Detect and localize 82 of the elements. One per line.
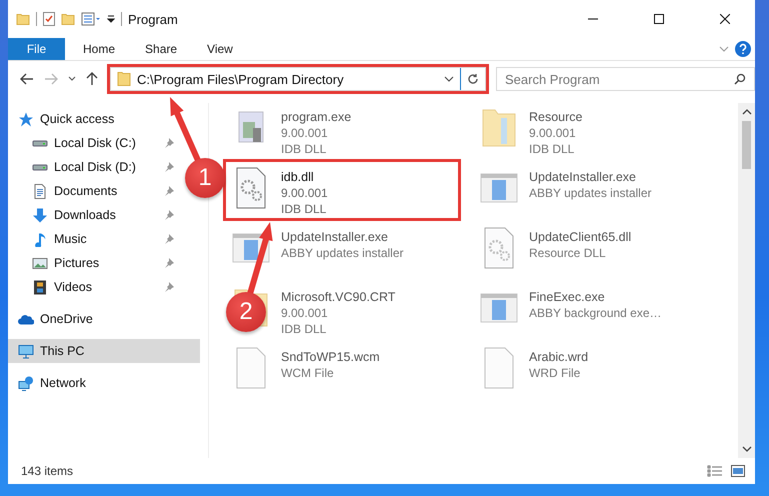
properties-icon[interactable] (81, 12, 101, 26)
file-detail: WCM File (281, 365, 335, 381)
nav-item[interactable]: OneDrive (8, 307, 180, 331)
nav-item[interactable]: Documents (8, 179, 180, 203)
file-name: FineExec.exe (529, 289, 606, 305)
pin-icon[interactable] (164, 282, 174, 292)
scroll-up-icon[interactable] (742, 109, 752, 115)
network-icon (18, 376, 34, 390)
file-detail: IDB DLL (281, 201, 328, 217)
up-arrow-icon[interactable] (86, 72, 98, 86)
pin-icon[interactable] (164, 210, 174, 220)
file-detail: WRD File (529, 365, 582, 381)
folder-icon (117, 72, 131, 86)
file-detail: Resource DLL (529, 245, 607, 261)
file-name: UpdateClient65.dll (529, 229, 632, 245)
back-arrow-icon[interactable] (20, 73, 34, 85)
file-detail: IDB DLL (281, 141, 328, 157)
music-icon (32, 232, 48, 246)
search-field[interactable]: Search Program (496, 67, 755, 91)
tiles-view-icon[interactable] (731, 465, 745, 477)
checklist-icon[interactable] (43, 12, 55, 26)
file-name: UpdateInstaller.exe (529, 169, 638, 185)
file-detail: 9.00.001 (281, 125, 329, 141)
chevron-icon[interactable] (68, 76, 76, 82)
search-icon[interactable] (734, 73, 746, 85)
refresh-icon[interactable] (467, 73, 479, 85)
file-detail: IDB DLL (281, 321, 328, 337)
nav-item[interactable]: Quick access (8, 107, 180, 131)
file-detail: ABBY updates installer (529, 185, 652, 201)
address-path: C:\Program Files\Program Directory (137, 72, 344, 86)
ribbon-tab[interactable]: Share (133, 42, 190, 56)
details-view-icon[interactable] (707, 465, 723, 477)
download-icon (32, 208, 48, 222)
file-name: program.exe (281, 109, 352, 125)
folder-icon[interactable] (16, 14, 30, 24)
pc-icon (18, 344, 34, 358)
file-detail: IDB DLL (529, 141, 576, 157)
folder-icon[interactable] (61, 14, 75, 24)
scrollbar[interactable] (738, 103, 755, 458)
pin-icon[interactable] (164, 162, 174, 172)
file-name: Microsoft.VC90.CRT (281, 289, 396, 305)
nav-item[interactable]: Pictures (8, 251, 180, 275)
ribbon-tab[interactable]: View (195, 42, 245, 56)
chevron-icon[interactable] (444, 76, 454, 82)
scroll-thumb[interactable] (742, 121, 751, 169)
file-tab[interactable]: File (8, 38, 65, 60)
close-icon (720, 14, 730, 24)
file-detail: ABBY background exe… (529, 305, 662, 321)
scroll-down-icon[interactable] (742, 446, 752, 452)
file-name: Arabic.wrd (529, 349, 588, 365)
file-detail: 9.00.001 (281, 305, 329, 321)
pictures-icon (32, 256, 48, 270)
videos-icon (32, 280, 48, 294)
nav-item[interactable]: Local Disk (C:) (8, 131, 180, 155)
address-bar[interactable]: C:\Program Files\Program Directory (110, 67, 486, 91)
nav-item[interactable]: Local Disk (D:) (8, 155, 180, 179)
file-name: idb.dll (281, 169, 315, 185)
nav-item[interactable]: Music (8, 227, 180, 251)
minimize-icon (588, 18, 598, 20)
file-name: Resource (529, 109, 582, 125)
file-name: UpdateInstaller.exe (281, 229, 390, 245)
ribbon-tab[interactable]: Home (71, 42, 128, 56)
file-detail: 9.00.001 (529, 125, 577, 141)
dropdown-icon[interactable] (107, 15, 115, 23)
pin-icon[interactable] (164, 258, 174, 268)
pin-icon[interactable] (164, 138, 174, 148)
pin-icon[interactable] (164, 186, 174, 196)
nav-item[interactable]: Downloads (8, 203, 180, 227)
forward-arrow-icon[interactable] (44, 73, 58, 85)
nav-item[interactable]: This PC (8, 339, 200, 363)
item-count: 143 items (21, 464, 74, 478)
pin-icon[interactable] (164, 234, 174, 244)
nav-item[interactable]: Network (8, 371, 180, 395)
window-title: Program (128, 12, 178, 26)
help-icon[interactable] (735, 41, 751, 57)
star-icon (18, 112, 34, 126)
nav-item[interactable]: Videos (8, 275, 180, 299)
file-detail: 9.00.001 (281, 185, 328, 201)
maximize-icon (654, 14, 664, 24)
file-detail: ABBY updates installer (281, 245, 404, 261)
file-name: SndToWP15.wcm (281, 349, 380, 365)
document-icon (32, 184, 48, 198)
